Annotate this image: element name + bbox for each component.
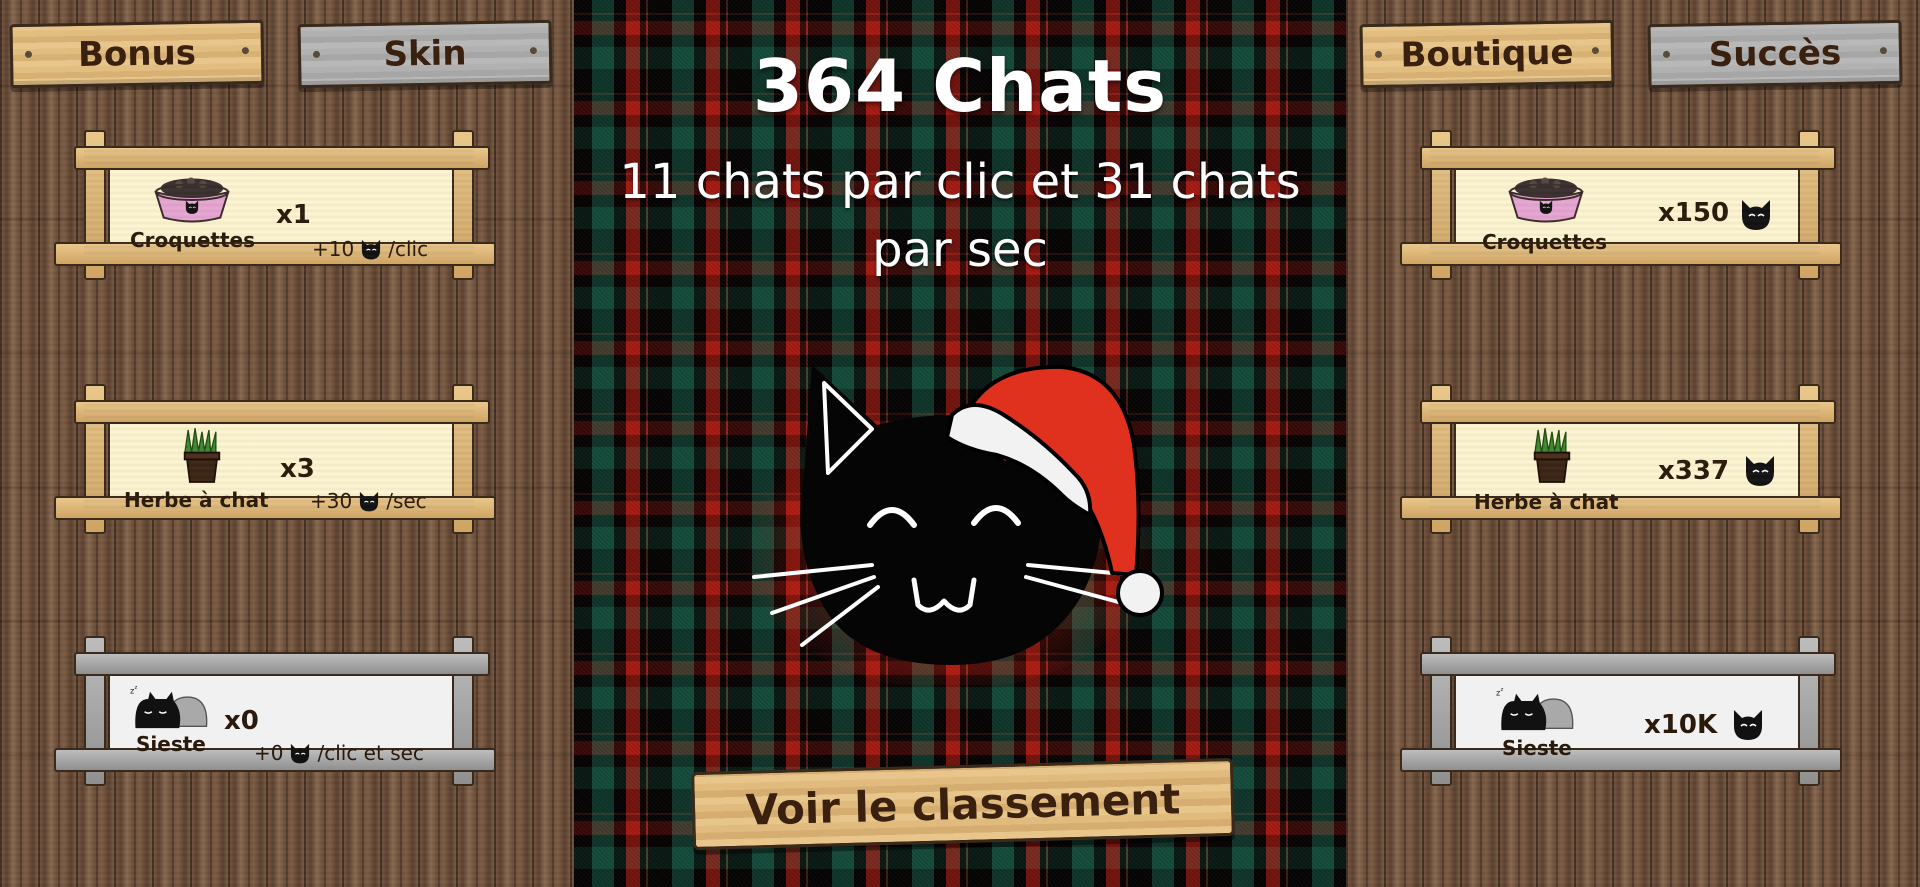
effect-value: +10 [312,237,355,261]
card-post [1430,384,1452,534]
card-rail [54,496,496,520]
bonus-item-quantity: x0 [224,706,259,736]
card-rail [1420,400,1836,424]
effect-value: +0 [254,741,284,765]
card-rail [1420,146,1836,170]
card-paper [108,166,454,260]
cat-head-icon [287,740,313,766]
bonus-item-effect: +30 /sec [310,488,427,514]
view-ranking-button[interactable]: Voir le classement [691,757,1235,851]
card-paper [1454,420,1800,514]
cat-head-icon [1728,704,1768,744]
card-post [84,384,106,534]
card-rail [74,652,490,676]
effect-unit: /clic [388,237,429,261]
shop-item-name: Sieste [1502,736,1572,760]
card-post [452,130,474,280]
shop-card-croquettes[interactable]: Croquettes x150 [1400,130,1842,280]
tab-achievements-label: Succès [1708,32,1842,76]
shop-card-sieste[interactable]: Sieste x10K [1400,636,1842,786]
sleeping-cats-icon [130,684,212,734]
bonus-card-sieste[interactable]: Sieste x0 +0 /clic et sec [54,636,496,786]
card-rail [1400,242,1842,266]
nail-icon [1879,47,1888,55]
tab-bonus[interactable]: Bonus [9,19,265,89]
nail-icon [529,47,538,55]
shop-item-name: Herbe à chat [1474,490,1619,514]
shop-item-name: Croquettes [1482,230,1607,254]
card-paper [108,420,454,514]
shop-item-price: x337 [1658,456,1730,486]
production-rate-text: 11 chats par clic et 31 chats par sec [574,148,1346,284]
shop-card-herbe-a-chat[interactable]: Herbe à chat x337 [1400,384,1842,534]
bonus-item-effect: +0 /clic et sec [254,740,424,766]
bonus-card-herbe-a-chat[interactable]: Herbe à chat x3 +30 /sec [54,384,496,534]
tab-shop[interactable]: Boutique [1359,19,1615,89]
shop-item-price: x10K [1644,710,1718,740]
bonus-item-name: Herbe à chat [124,488,269,512]
bonus-item-name: Croquettes [130,228,255,252]
card-rail [74,400,490,424]
tab-shop-label: Boutique [1400,32,1574,76]
cat-grass-pot-icon [1526,428,1578,484]
nail-icon [1662,50,1671,58]
cat-count-title: 364 Chats [752,44,1168,128]
cat-head-icon [356,488,382,514]
card-post [1798,384,1820,534]
tab-skin-label: Skin [383,33,467,75]
card-rail [54,242,496,266]
card-post [452,384,474,534]
cat-head-icon [1736,194,1776,234]
nail-icon [241,47,250,55]
tab-achievements[interactable]: Succès [1647,19,1903,89]
bonus-card-croquettes[interactable]: Croquettes x1 +10 /clic [54,130,496,280]
effect-unit: /clic et sec [317,741,424,765]
tab-bonus-label: Bonus [77,32,197,76]
card-rail [74,146,490,170]
card-rail [1400,496,1842,520]
bonus-item-quantity: x1 [276,200,311,230]
card-post [1798,130,1820,280]
cat-head-icon [358,236,384,262]
cat-food-bowl-icon [148,172,236,226]
effect-unit: /sec [386,489,427,513]
nail-icon [1374,50,1383,58]
card-paper [1454,166,1800,260]
production-rate-label: 11 chats par clic et 31 chats par sec [619,154,1301,278]
tab-skin[interactable]: Skin [297,19,553,89]
nail-icon [312,50,321,58]
effect-value: +30 [310,489,353,513]
bonus-item-name: Sieste [136,732,206,756]
clickable-cat-santa-hat[interactable] [742,355,1172,685]
view-ranking-label: Voir le classement [745,773,1181,835]
cat-food-bowl-icon [1502,172,1590,226]
sleeping-cats-icon [1496,686,1578,736]
bonus-item-quantity: x3 [280,454,315,484]
bonus-item-effect: +10 /clic [312,236,428,262]
nail-icon [1591,47,1600,55]
card-rail [1420,652,1836,676]
cat-grass-pot-icon [176,428,228,484]
cat-head-icon [1740,450,1780,490]
card-post [1430,130,1452,280]
shop-item-price: x150 [1658,198,1730,228]
card-post [84,130,106,280]
card-rail [1400,748,1842,772]
nail-icon [24,50,33,58]
